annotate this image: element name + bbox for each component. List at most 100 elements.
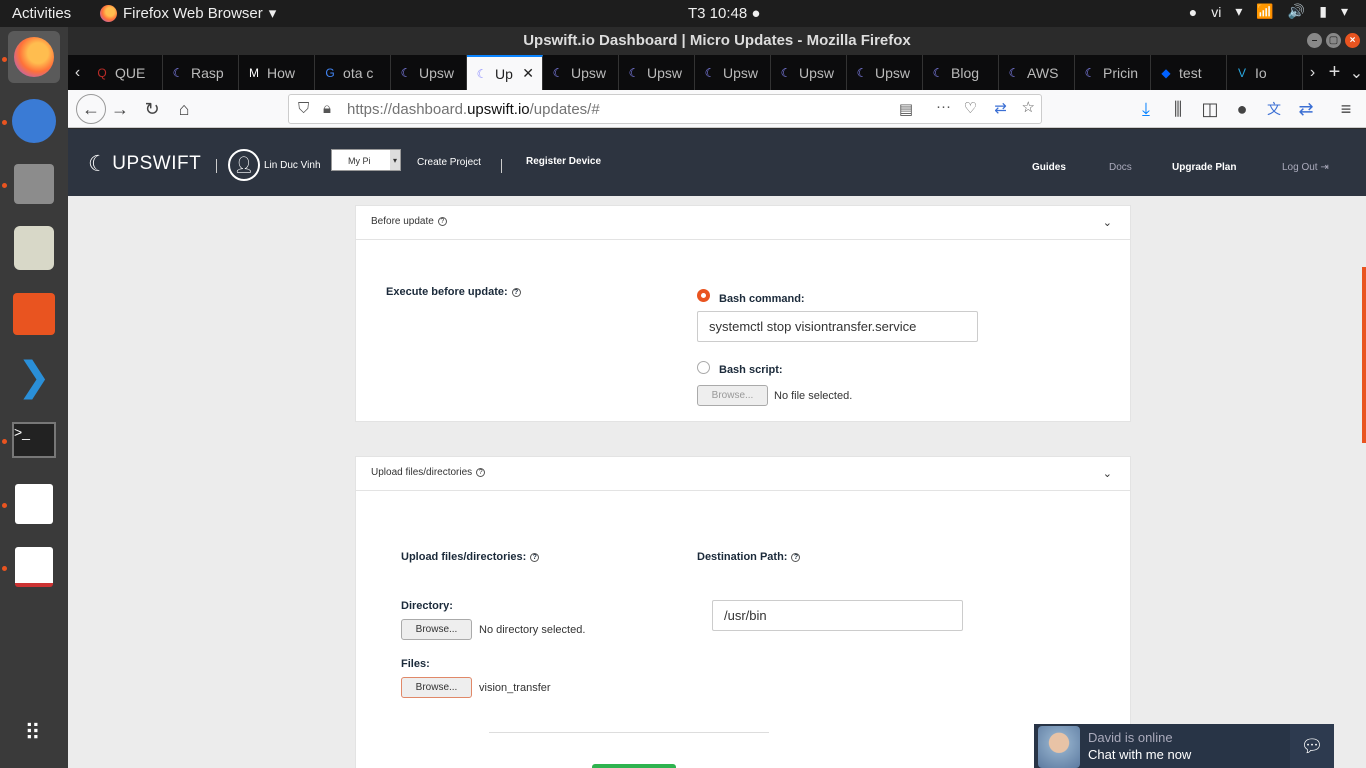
rhythmbox-launcher[interactable] [8, 222, 60, 274]
chat-widget[interactable]: David is online Chat with me now 💬︎ [1034, 724, 1334, 768]
running-indicator [2, 57, 7, 62]
upswift-logo[interactable]: ☾ UPSWIFT [88, 151, 201, 177]
reader-view-icon[interactable]: ▤ [899, 100, 913, 118]
bookmark-star-icon[interactable]: ☆ [1022, 98, 1035, 116]
app-launcher[interactable] [8, 95, 60, 147]
browser-tab[interactable]: ☾ Upsw [619, 55, 696, 90]
scroll-tabs-left-button[interactable]: ‹ [68, 55, 87, 90]
translate-icon[interactable]: ⇄ [994, 99, 1007, 117]
reload-button[interactable]: ↻ [140, 97, 164, 121]
help-icon[interactable]: ? [437, 217, 447, 226]
software-launcher[interactable] [8, 288, 60, 340]
sidebar-button[interactable]: ◫ [1198, 97, 1222, 121]
google-translate-button[interactable]: ⇄ [1294, 97, 1318, 121]
firefox-launcher[interactable] [8, 31, 60, 83]
account-button[interactable]: ● [1230, 97, 1254, 121]
help-icon[interactable]: ? [791, 553, 801, 562]
language-indicator[interactable]: vi [1211, 4, 1221, 20]
window-titlebar[interactable]: Upswift.io Dashboard | Micro Updates - M… [68, 27, 1366, 55]
logout-link[interactable]: Log Out ⇥ [1282, 162, 1329, 173]
downloads-button[interactable]: ⤓ [1134, 97, 1158, 121]
destination-path-input[interactable]: /usr/bin [712, 600, 963, 631]
help-icon[interactable]: ? [476, 468, 486, 477]
create-project-link[interactable]: Create Project [417, 157, 481, 168]
browser-tab[interactable]: V Io [1227, 55, 1304, 90]
library-button[interactable]: ⫼ [1166, 97, 1190, 121]
browser-tab[interactable]: ☾ Upsw [771, 55, 848, 90]
files-launcher[interactable] [8, 158, 60, 210]
browser-tab[interactable]: ☾ Upsw [543, 55, 620, 90]
text-editor-launcher[interactable] [8, 478, 60, 530]
browser-tab[interactable]: ☾ Pricin [1075, 55, 1152, 90]
forward-button[interactable]: → [108, 97, 132, 121]
activities-button[interactable]: Activities [12, 5, 71, 22]
bash-command-radio[interactable] [697, 289, 710, 302]
docs-link[interactable]: Docs [1109, 162, 1132, 173]
logout-icon: ⇥ [1320, 162, 1329, 173]
bash-script-browse-button[interactable]: Browse... [697, 385, 768, 406]
upload-files-header[interactable]: Upload files/directories? ⌄ [356, 457, 1130, 491]
battery-icon[interactable]: ▮ [1319, 3, 1327, 20]
help-icon[interactable]: ? [530, 553, 540, 562]
dropbox-icon: ◆ [1161, 65, 1171, 80]
browser-tab[interactable]: ◆ test [1151, 55, 1228, 90]
browser-tab[interactable]: M How [239, 55, 316, 90]
system-tray[interactable]: ● vi ▾ 📶 🔊 ▮ ▾ [1189, 3, 1348, 20]
minimize-button[interactable]: – [1307, 33, 1322, 48]
browser-tab[interactable]: ☾ Blog [923, 55, 1000, 90]
register-device-link[interactable]: Register Device [526, 156, 601, 167]
user-icon[interactable]: ● [1189, 4, 1197, 20]
page-actions-icon[interactable]: ··· [936, 98, 951, 115]
browser-tab[interactable]: Q QUE [87, 55, 164, 90]
wifi-icon[interactable]: 📶 [1256, 3, 1273, 20]
software-center-icon [13, 293, 55, 335]
project-select[interactable]: My Pi ▾ [331, 149, 401, 171]
close-window-button[interactable]: × [1345, 33, 1360, 48]
close-tab-icon[interactable]: ✕ [522, 65, 534, 82]
vercel-icon: V [1238, 65, 1247, 80]
bash-command-input[interactable]: systemctl stop visiontransfer.service [697, 311, 978, 342]
browser-tab[interactable]: ☾ Rasp [163, 55, 240, 90]
new-tab-button[interactable]: + [1322, 55, 1347, 90]
home-button[interactable]: ⌂ [172, 97, 196, 121]
browser-tab[interactable]: ☾ Up ✕ [467, 55, 544, 90]
pocket-icon[interactable]: ♡ [964, 99, 977, 117]
app-menu[interactable]: Firefox Web Browser ▾ [100, 4, 276, 22]
bash-script-radio[interactable] [697, 361, 710, 374]
chevron-down-icon[interactable]: ⌄ [1103, 216, 1112, 229]
list-all-tabs-button[interactable]: ⌄ [1347, 55, 1366, 90]
browser-tab[interactable]: ☾ Upsw [847, 55, 924, 90]
directory-browse-button[interactable]: Browse... [401, 619, 472, 640]
browser-tab[interactable]: ☾ AWS [999, 55, 1076, 90]
maximize-button[interactable]: ▢ [1326, 33, 1341, 48]
show-applications-button[interactable]: ⠿ [8, 707, 60, 759]
translate-extension-button[interactable]: 文 [1262, 97, 1286, 121]
browser-tab[interactable]: ☾ Upsw [391, 55, 468, 90]
lock-icon[interactable]: 🔒︎ [323, 100, 331, 117]
vscode-launcher[interactable]: ❯ [8, 351, 60, 403]
files-browse-button[interactable]: Browse... [401, 677, 472, 698]
upgrade-plan-link[interactable]: Upgrade Plan [1172, 162, 1236, 173]
submit-button[interactable] [592, 764, 676, 768]
back-button[interactable]: ← [76, 94, 106, 124]
user-name[interactable]: Lin Duc Vinh [264, 160, 321, 171]
chevron-down-icon: ▾ [1340, 3, 1348, 19]
document-viewer-launcher[interactable] [8, 541, 60, 593]
scroll-tabs-right-button[interactable]: › [1303, 55, 1322, 90]
volume-icon[interactable]: 🔊 [1288, 3, 1305, 20]
browser-tab[interactable]: ☾ Upsw [695, 55, 772, 90]
terminal-launcher[interactable]: >_ [8, 414, 60, 466]
divider [501, 159, 502, 173]
menu-button[interactable]: ≡ [1334, 97, 1358, 121]
chat-bubble-icon[interactable]: 💬︎ [1290, 724, 1334, 768]
help-icon[interactable]: ? [511, 288, 521, 297]
guides-link[interactable]: Guides [1032, 162, 1066, 173]
avatar[interactable]: 👤︎ [228, 149, 260, 181]
chevron-down-icon[interactable]: ⌄ [1103, 467, 1112, 480]
clock[interactable]: T3 10:48 ● [688, 5, 760, 22]
browser-tab[interactable]: Gota c [315, 55, 392, 90]
page-scrollbar[interactable] [1362, 267, 1366, 443]
before-update-header[interactable]: Before update? ⌄ [356, 206, 1130, 240]
url-bar[interactable]: ⛉ 🔒︎ https://dashboard. upswift.io/update… [288, 94, 1042, 124]
tracking-protection-icon[interactable]: ⛉ [298, 100, 309, 117]
